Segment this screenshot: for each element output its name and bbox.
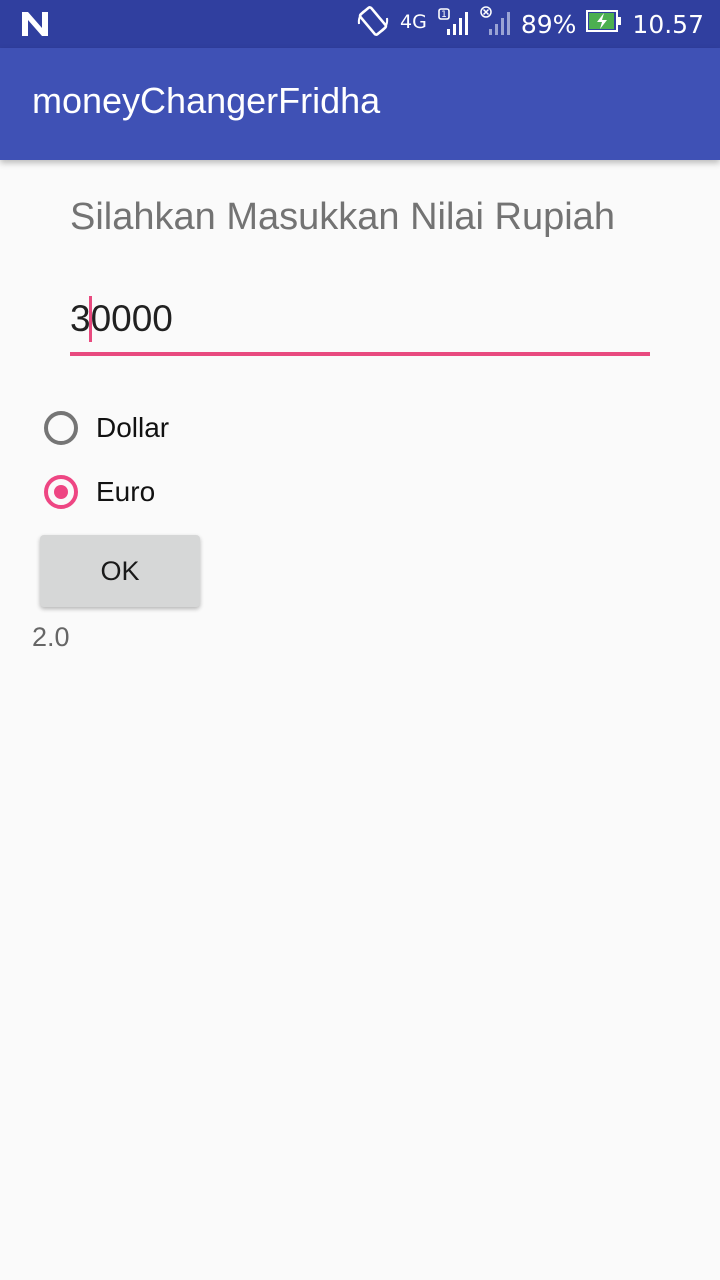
amount-input[interactable]: 30000: [70, 292, 650, 356]
app-title: moneyChangerFridha: [32, 80, 381, 121]
app-bar: moneyChangerFridha: [0, 48, 720, 160]
n-logo-icon: [20, 10, 50, 38]
radio-euro-label: Euro: [96, 476, 156, 507]
no-sim-icon: [479, 5, 511, 43]
amount-prompt: Silahkan Masukkan Nilai Rupiah: [70, 196, 615, 238]
ok-button[interactable]: OK: [40, 535, 200, 607]
radio-checked-icon: [44, 475, 78, 509]
rotate-icon: [356, 4, 390, 44]
sim-slot-number: 1: [441, 10, 447, 20]
text-cursor: [89, 296, 92, 342]
battery-percent: 89%: [520, 9, 577, 39]
radio-dollar[interactable]: Dollar: [44, 406, 169, 450]
network-type: 4G: [400, 11, 427, 33]
radio-selected-dot: [54, 485, 68, 499]
radio-unchecked-icon: [44, 411, 78, 445]
status-bar: 4G 1 89% 10.57: [0, 0, 720, 48]
battery-charging-icon: [586, 9, 622, 39]
conversion-result: 2.0: [32, 622, 70, 652]
amount-input-value: 30000: [70, 298, 173, 339]
signal-icon: 1: [437, 5, 469, 43]
clock: 10.57: [632, 9, 704, 39]
radio-euro[interactable]: Euro: [44, 470, 155, 514]
radio-dollar-label: Dollar: [96, 412, 170, 443]
